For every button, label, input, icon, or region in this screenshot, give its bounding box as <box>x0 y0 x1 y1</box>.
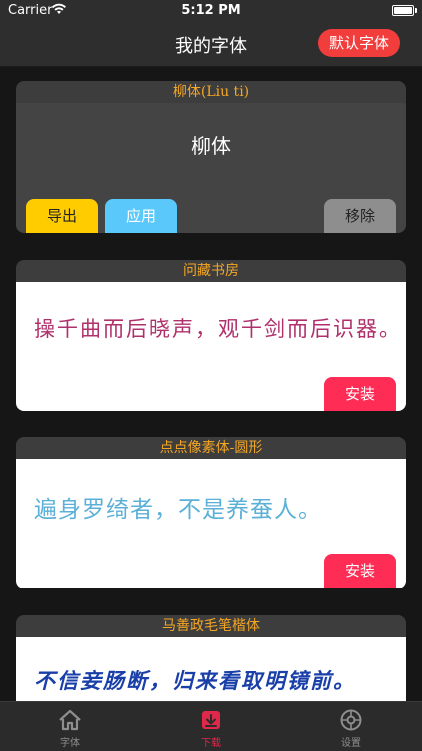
font-name-header: 问藏书房 <box>16 260 406 282</box>
tab-bar: 字体 下载 设置 <box>0 701 422 751</box>
current-font-card: 柳体(Liu ti) 柳体 导出 应用 移除 <box>16 81 406 233</box>
font-sample-text: 操千曲而后晓声，观千剑而后识器。 <box>34 317 402 341</box>
home-icon <box>59 709 81 731</box>
font-sample-text: 遍身罗绮者，不是养蚕人。 <box>34 497 322 523</box>
font-name-header: 马善政毛笔楷体 <box>16 615 406 637</box>
settings-icon <box>340 709 362 731</box>
tab-label: 下载 <box>201 738 221 749</box>
tab-fonts[interactable]: 字体 <box>40 708 100 749</box>
download-icon <box>202 711 220 729</box>
default-font-button[interactable]: 默认字体 <box>318 29 400 57</box>
font-preview-text: 柳体 <box>191 134 231 158</box>
battery-icon <box>392 5 417 16</box>
tab-label: 字体 <box>60 738 80 749</box>
font-name-header: 点点像素体-圆形 <box>16 437 406 459</box>
tab-settings[interactable]: 设置 <box>321 708 381 749</box>
font-sample-area: 遍身罗绮者，不是养蚕人。 安装 <box>16 459 406 588</box>
remove-button[interactable]: 移除 <box>324 199 396 233</box>
font-preview-area: 柳体 导出 应用 移除 <box>16 103 406 233</box>
navigation-bar: 我的字体 默认字体 <box>0 22 422 67</box>
install-button[interactable]: 安装 <box>324 377 396 411</box>
install-button[interactable]: 安装 <box>324 554 396 588</box>
font-card: 点点像素体-圆形 遍身罗绮者，不是养蚕人。 安装 <box>16 437 406 589</box>
font-card: 问藏书房 操千曲而后晓声，观千剑而后识器。 安装 <box>16 260 406 411</box>
font-name-header: 柳体(Liu ti) <box>16 81 406 103</box>
font-sample-text: 不信妾肠断，归来看取明镜前。 <box>34 669 356 693</box>
tab-label: 设置 <box>341 738 361 749</box>
font-sample-area: 操千曲而后晓声，观千剑而后识器。 安装 <box>16 282 406 411</box>
export-button[interactable]: 导出 <box>26 199 98 233</box>
apply-button[interactable]: 应用 <box>105 199 177 233</box>
status-time: 5:12 PM <box>181 3 241 18</box>
tab-download[interactable]: 下载 <box>181 708 241 749</box>
status-bar: Carrier 5:12 PM <box>0 0 422 22</box>
